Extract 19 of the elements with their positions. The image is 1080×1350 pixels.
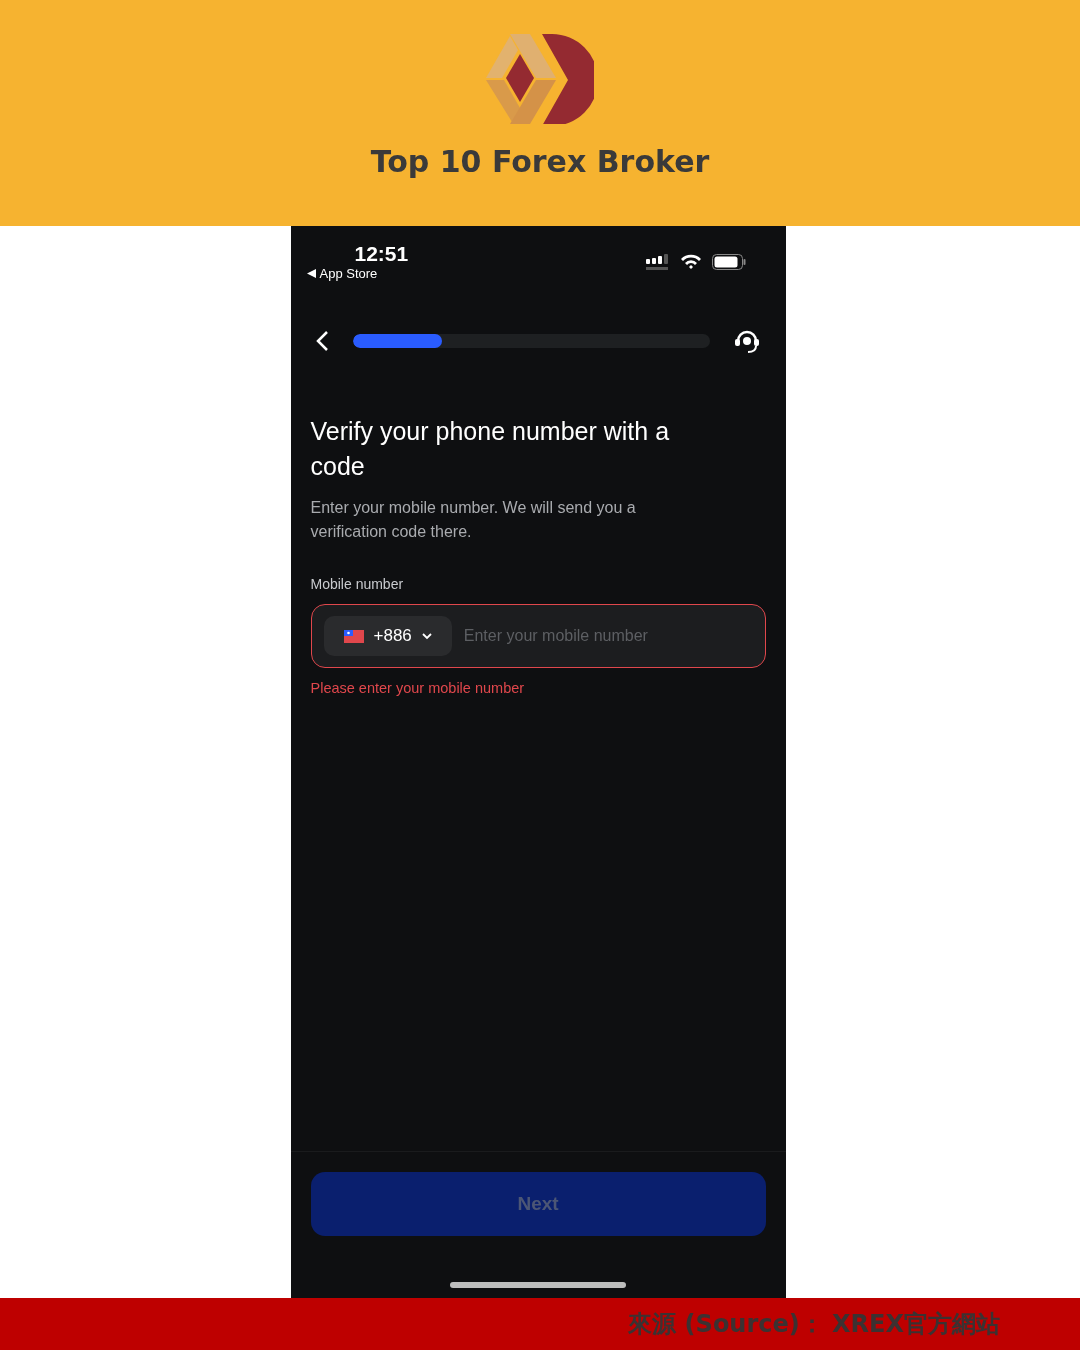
field-label: Mobile number: [310, 576, 405, 592]
wifi-icon: [679, 254, 702, 270]
logo-icon: [486, 32, 594, 124]
flag-icon: [343, 629, 364, 643]
chevron-down-icon: [421, 632, 432, 640]
signal-icon: [645, 254, 670, 270]
status-time: 12:51: [354, 242, 409, 266]
battery-icon: [711, 254, 746, 270]
back-to-app-link[interactable]: App Store: [306, 266, 409, 281]
error-message: Please enter your mobile number: [310, 680, 526, 696]
description-text: Enter your mobile number. We will send you a verification code there.: [310, 498, 637, 542]
page-heading: Verify your phone number with a code: [310, 416, 671, 482]
country-code-selector[interactable]: +886: [323, 616, 452, 656]
source-credit: 來源 (Source)： XREX官方網站: [628, 1309, 1000, 1340]
back-button[interactable]: [314, 330, 329, 352]
support-headset-icon[interactable]: [733, 328, 760, 354]
phone-input-field[interactable]: +886 Enter your mobile number: [310, 604, 766, 668]
banner-title: Top 10 Forex Broker: [370, 144, 710, 179]
back-triangle-icon: [306, 269, 316, 278]
